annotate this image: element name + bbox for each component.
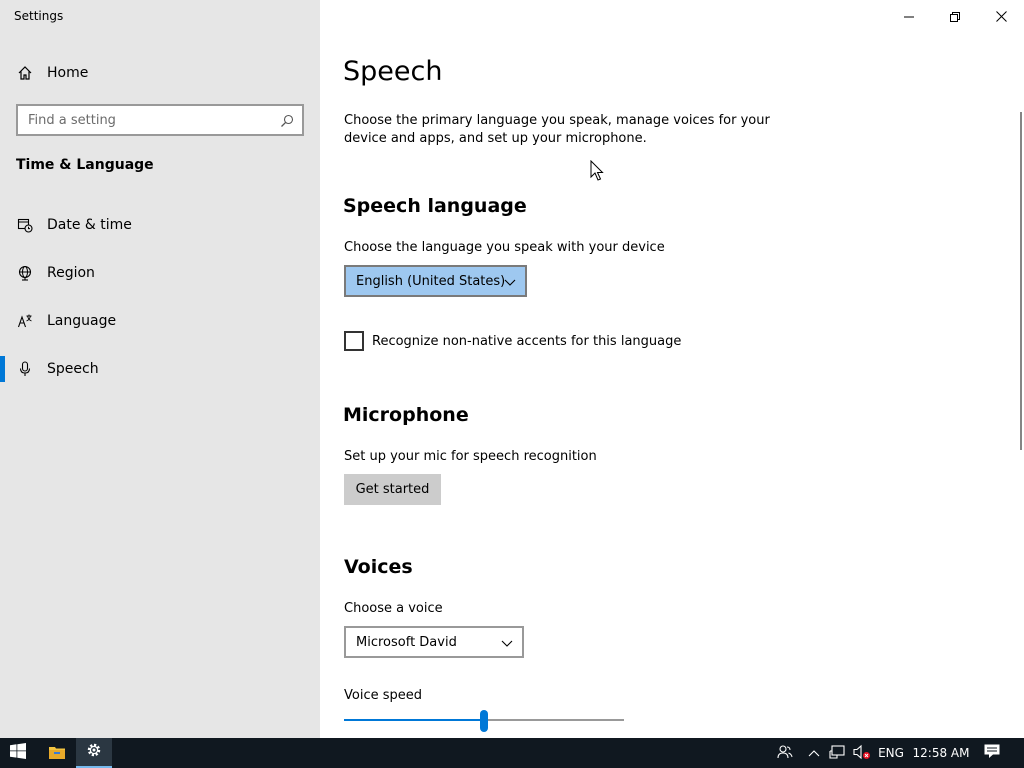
chevron-down-icon <box>501 637 513 647</box>
file-explorer-icon <box>49 744 65 763</box>
search-icon[interactable] <box>280 113 294 127</box>
input-language-indicator[interactable]: ENG <box>876 738 906 768</box>
network-button[interactable] <box>826 738 848 768</box>
selection-indicator <box>0 356 5 382</box>
main-content: Speech Choose the primary language you s… <box>320 0 1024 738</box>
speech-language-heading: Speech language <box>343 195 527 217</box>
chevron-up-icon <box>808 746 820 760</box>
voices-heading: Voices <box>344 556 413 578</box>
speech-language-dropdown[interactable]: English (United States) <box>344 265 527 297</box>
accent-checkbox-row[interactable]: Recognize non-native accents for this la… <box>344 331 681 351</box>
sidebar-item-speech[interactable]: Speech <box>0 349 320 389</box>
chevron-down-icon <box>504 276 516 286</box>
sidebar-item-language[interactable]: Language <box>0 301 320 341</box>
page-title: Speech <box>343 56 443 87</box>
people-icon <box>777 744 793 763</box>
sidebar: Settings Home Time & Language Date & tim… <box>0 0 320 738</box>
get-started-button[interactable]: Get started <box>344 474 441 505</box>
mouse-cursor-icon <box>590 159 604 182</box>
close-button[interactable] <box>978 0 1024 32</box>
microphone-heading: Microphone <box>343 404 469 426</box>
close-icon <box>995 7 1007 26</box>
taskbar: ENG 12:58 AM <box>0 738 1024 768</box>
microphone-label: Set up your mic for speech recognition <box>344 449 597 464</box>
page-intro: Choose the primary language you speak, m… <box>344 113 770 146</box>
slider-track-filled <box>344 719 484 721</box>
non-native-accents-label: Recognize non-native accents for this la… <box>372 333 682 349</box>
settings-taskbar-button[interactable] <box>76 738 112 768</box>
microphone-icon <box>16 360 34 378</box>
slider-track-empty <box>484 719 624 721</box>
globe-icon <box>16 264 34 282</box>
scrollbar[interactable] <box>1020 112 1022 450</box>
action-center-button[interactable] <box>978 738 1006 768</box>
voice-speed-slider[interactable] <box>344 708 624 734</box>
file-explorer-button[interactable] <box>38 738 76 768</box>
search-box <box>16 104 304 136</box>
speech-language-label: Choose the language you speak with your … <box>344 240 665 255</box>
show-hidden-icons-button[interactable] <box>804 738 824 768</box>
minimize-button[interactable] <box>886 0 932 32</box>
sidebar-item-label: Date & time <box>47 217 132 233</box>
clock[interactable]: 12:58 AM <box>910 738 972 768</box>
settings-icon <box>86 742 102 762</box>
speech-language-value: English (United States) <box>356 273 506 289</box>
people-button[interactable] <box>772 738 798 768</box>
voice-dropdown[interactable]: Microsoft David <box>344 626 524 658</box>
restore-button[interactable] <box>932 0 978 32</box>
non-native-accents-checkbox[interactable] <box>344 331 364 351</box>
search-input[interactable] <box>18 106 268 134</box>
sidebar-item-region[interactable]: Region <box>0 253 320 293</box>
network-icon <box>829 744 845 763</box>
calendar-clock-icon <box>16 216 34 234</box>
sidebar-item-label: Region <box>47 265 95 281</box>
language-icon <box>16 312 34 330</box>
sidebar-item-date-time[interactable]: Date & time <box>0 205 320 245</box>
nav-home-label: Home <box>47 65 89 81</box>
nav-home[interactable]: Home <box>0 56 320 90</box>
volume-muted-icon <box>853 744 871 763</box>
start-button[interactable] <box>0 738 36 768</box>
section-heading: Time & Language <box>16 157 154 173</box>
slider-thumb[interactable] <box>480 710 488 732</box>
volume-button[interactable] <box>850 738 874 768</box>
restore-icon <box>950 7 960 26</box>
minimize-icon <box>904 7 914 26</box>
notifications-icon <box>984 744 1000 762</box>
sidebar-item-label: Language <box>47 313 117 329</box>
home-icon <box>16 64 34 82</box>
choose-voice-label: Choose a voice <box>344 601 443 616</box>
voice-value: Microsoft David <box>356 634 457 650</box>
sidebar-item-label: Speech <box>47 361 99 377</box>
start-icon <box>10 743 26 763</box>
app-title: Settings <box>14 9 64 23</box>
voice-speed-label: Voice speed <box>344 688 422 703</box>
